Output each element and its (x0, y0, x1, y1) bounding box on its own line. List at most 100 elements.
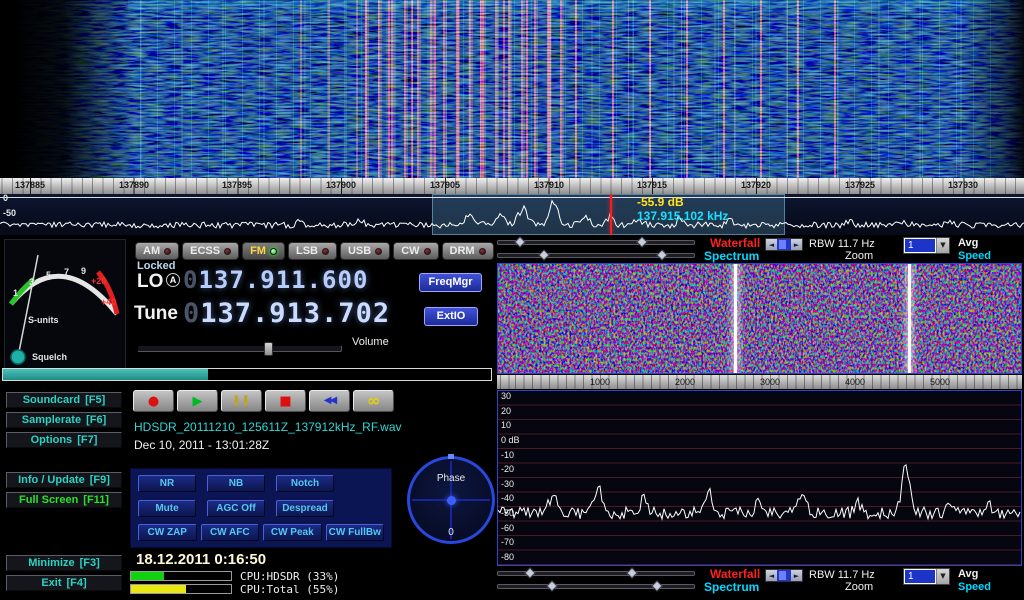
mode-led-icon (164, 248, 171, 255)
main-spectrum-display[interactable]: 0 -50 -55.9 dB 137.915.102 kHz (0, 194, 1024, 235)
dropdown-arrow-icon[interactable]: ▼ (936, 569, 949, 584)
slider-thumb[interactable] (524, 567, 535, 578)
audio-waterfall-display[interactable] (497, 263, 1022, 374)
play-button[interactable]: ▶ (177, 390, 218, 412)
dropdown-arrow-icon[interactable]: ▼ (936, 238, 949, 253)
slider-thumb[interactable] (636, 236, 647, 247)
cw-peak-button[interactable]: CW Peak (263, 524, 322, 541)
slider-thumb[interactable] (651, 580, 662, 591)
waterfall-range-slider[interactable] (497, 571, 695, 576)
zoom-right-arrow-icon[interactable]: ► (791, 570, 802, 581)
smeter-units-label: S-units (28, 315, 59, 325)
audio-frequency-ruler[interactable]: 1000 2000 3000 4000 5000 (497, 375, 1022, 389)
spectrum-range-slider[interactable] (497, 253, 695, 258)
zoom-track[interactable] (777, 570, 791, 581)
info-update-button[interactable]: Info / Update[F9] (6, 472, 122, 488)
smeter-tick: 1 (13, 288, 18, 298)
tune-marker[interactable] (610, 194, 612, 235)
slider-thumb[interactable] (626, 567, 637, 578)
options-button[interactable]: Options[F7] (6, 432, 122, 448)
fullscreen-button[interactable]: Full Screen[F11] (6, 492, 122, 508)
audio-spectrum-display[interactable]: 30 20 10 0 dB -10 -20 -30 -40 -50 -60 -7… (497, 390, 1022, 566)
lo-lock-badge[interactable]: A (166, 273, 180, 287)
mode-label: LSB (296, 245, 318, 257)
soundcard-button[interactable]: Soundcard[F5] (6, 392, 122, 408)
zoom-scrollbar[interactable]: ◄ ► (765, 569, 803, 582)
cw-afc-button[interactable]: CW AFC (201, 524, 260, 541)
samplerate-button[interactable]: Samplerate[F6] (6, 412, 122, 428)
volume-slider[interactable] (137, 345, 342, 352)
transport-controls: ● ▶ ❚❚ ■ ◀◀ ∞ (133, 390, 394, 412)
pause-button[interactable]: ❚❚ (221, 390, 262, 412)
zoom-left-arrow-icon[interactable]: ◄ (766, 570, 777, 581)
exit-button[interactable]: Exit[F4] (6, 575, 122, 591)
waterfall-tab-label[interactable]: Waterfall (710, 236, 760, 250)
menu-label: Minimize (28, 557, 74, 569)
slider-thumb[interactable] (538, 249, 549, 260)
record-button[interactable]: ● (133, 390, 174, 412)
audio-waterfall-noise (498, 264, 1021, 373)
cw-zap-button[interactable]: CW ZAP (138, 524, 197, 541)
mode-drm[interactable]: DRM (442, 242, 494, 260)
mode-fm[interactable]: FM (242, 242, 285, 260)
notch-button[interactable]: Notch (276, 475, 334, 492)
zoom-left-arrow-icon[interactable]: ◄ (766, 239, 777, 250)
speed-dropdown[interactable]: 1 ▼ (903, 568, 950, 585)
mode-led-icon (375, 248, 382, 255)
audio-freq-tick: 4000 (845, 377, 865, 387)
freq-tick-label: 137885 (15, 180, 45, 190)
zoom-thumb[interactable] (779, 240, 786, 249)
spectrum-range-slider[interactable] (497, 584, 695, 589)
tune-frequency-display[interactable]: 0137.913.702 (183, 298, 390, 329)
squelch-label[interactable]: Squelch (32, 352, 67, 362)
lo-digits: 137.911.600 (198, 266, 368, 294)
zoom-track[interactable] (777, 239, 791, 250)
waterfall-range-slider[interactable] (497, 240, 695, 245)
frequency-ruler[interactable]: 137885 137890 137895 137900 137905 13791… (0, 178, 1024, 194)
menu-key: [F3] (80, 557, 100, 569)
zoom-right-arrow-icon[interactable]: ► (791, 239, 802, 250)
phase-dot-icon (447, 496, 456, 505)
recording-file-name: HDSDR_20111210_125611Z_137912kHz_RF.wav (134, 420, 402, 434)
slider-thumb[interactable] (656, 249, 667, 260)
audio-freq-tick: 3000 (760, 377, 780, 387)
mode-ecss[interactable]: ECSS (182, 242, 239, 260)
zoom-thumb[interactable] (779, 571, 786, 580)
agc-button[interactable]: AGC Off (207, 500, 265, 517)
nb-button[interactable]: NB (207, 475, 265, 492)
spectrum-tab-label[interactable]: Spectrum (704, 580, 759, 594)
rewind-button[interactable]: ◀◀ (309, 390, 350, 412)
lo-label: LO (137, 271, 163, 293)
mode-selector: AM ECSS FM LSB USB CW DRM (135, 242, 494, 260)
mode-cw[interactable]: CW (393, 242, 438, 260)
nr-button[interactable]: NR (138, 475, 196, 492)
volume-slider-thumb[interactable] (264, 342, 273, 356)
mode-lsb[interactable]: LSB (288, 242, 337, 260)
waterfall-tab-label[interactable]: Waterfall (710, 567, 760, 581)
loop-button[interactable]: ∞ (353, 390, 394, 412)
menu-label: Info / Update (18, 474, 85, 486)
spectrum-tab-label[interactable]: Spectrum (704, 249, 759, 263)
mute-button[interactable]: Mute (138, 500, 196, 517)
freqmgr-button[interactable]: FreqMgr (419, 273, 482, 292)
extio-button[interactable]: ExtIO (424, 307, 478, 326)
lo-frequency-display[interactable]: 0137.911.600 (183, 266, 368, 294)
slider-thumb[interactable] (546, 580, 557, 591)
main-waterfall-display[interactable] (0, 0, 1024, 178)
freq-tick-label: 137915 (637, 180, 667, 190)
despread-button[interactable]: Despread (276, 500, 334, 517)
slider-thumb[interactable] (514, 236, 525, 247)
freq-tick-label: 137895 (222, 180, 252, 190)
minimize-button[interactable]: Minimize [F3] (6, 555, 122, 571)
mode-led-icon (270, 248, 277, 255)
speed-dropdown[interactable]: 1 ▼ (903, 237, 950, 254)
mode-am[interactable]: AM (135, 242, 179, 260)
zoom-label: Zoom (845, 250, 873, 262)
zoom-scrollbar[interactable]: ◄ ► (765, 238, 803, 251)
freq-tick-label: 137900 (326, 180, 356, 190)
cw-fullbw-button[interactable]: CW FullBw (326, 524, 385, 541)
mode-usb[interactable]: USB (340, 242, 390, 260)
squelch-level-bar[interactable] (2, 368, 492, 381)
squelch-level-fill (3, 369, 208, 380)
stop-button[interactable]: ■ (265, 390, 306, 412)
